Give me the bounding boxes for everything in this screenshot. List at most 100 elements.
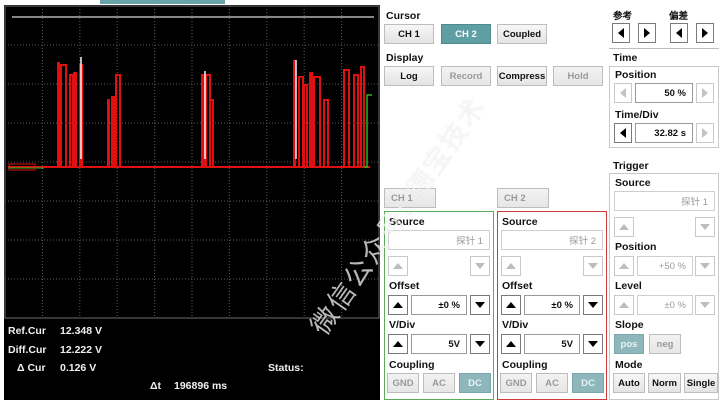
time-div-field[interactable]: 32.82 s [635,123,693,143]
time-div-right-button[interactable] [696,123,714,143]
time-position-left-button[interactable] [614,83,632,103]
arrow-left-icon [618,28,624,38]
trigger-source-label: Source [615,177,651,189]
arrow-up-icon [506,263,516,269]
ch1-offset-label: Offset [389,280,420,292]
diff-left-button[interactable] [670,23,688,43]
ch2-offset-field[interactable]: ±0 % [524,295,580,315]
arrow-left-icon [620,88,626,98]
pulse-1 [60,64,67,167]
ch2-source-up-button[interactable] [501,256,521,276]
time-position-right-button[interactable] [696,83,714,103]
cursor-coupled-button[interactable]: Coupled [497,24,547,44]
display-hold-button[interactable]: Hold [553,66,603,86]
ch1-tab[interactable]: CH 1 [384,188,436,208]
diff-cur-label: Diff.Cur [8,344,47,356]
trigger-mode-norm-button[interactable]: Norm [648,373,681,393]
arrow-down-icon [588,341,598,347]
oscilloscope-display[interactable]: Ref.Cur 12.348 V Diff.Cur 12.222 V Δ Cur… [4,5,380,400]
ch1-offset-field[interactable]: ±0 % [411,295,467,315]
trigger-position-field[interactable]: +50 % [637,256,693,276]
trigger-level-down-button[interactable] [695,295,715,315]
ch2-offset-label: Offset [502,280,533,292]
arrow-down-icon [588,263,598,269]
display-record-button[interactable]: Record [441,66,491,86]
ch2-coupling-dc-button[interactable]: DC [572,373,604,393]
trigger-mode-single-button[interactable]: Single [684,373,718,393]
ch2-source-label: Source [502,216,538,228]
arrow-down-icon [700,302,710,308]
delta-t-label: Δt [150,380,162,392]
ref-label: 参考 [613,11,633,22]
active-tab-indicator[interactable] [100,0,225,4]
ch1-source-up-button[interactable] [388,256,408,276]
pulse-14 [309,72,313,167]
trigger-slope-neg-button[interactable]: neg [649,334,681,354]
status-label: Status: [268,362,304,374]
trigger-level-up-button[interactable] [614,295,634,315]
ref-right-button[interactable] [638,23,656,43]
ch2-coupling-ac-button[interactable]: AC [536,373,568,393]
arrow-up-icon [506,341,516,347]
pulse-11 [293,60,296,167]
ch2-source-down-button[interactable] [583,256,603,276]
arrow-down-icon [475,263,485,269]
arrow-up-icon [619,224,629,230]
ch1-vdiv-label: V/Div [389,319,416,331]
time-div-left-button[interactable] [614,123,632,143]
trigger-title: Trigger [613,160,649,172]
arrow-left-icon [620,128,626,138]
ref-cur-value: 12.348 V [60,325,103,337]
ch1-coupling-dc-button[interactable]: DC [459,373,491,393]
pulse-5 [107,99,110,167]
ch2-offset-down-button[interactable] [583,295,603,315]
trigger-slope-pos-button[interactable]: pos [614,334,644,354]
time-title: Time [613,52,638,64]
ch1-vdiv-down-button[interactable] [470,334,490,354]
ch1-source-label: Source [389,216,425,228]
trigger-level-field[interactable]: ±0 % [637,295,693,315]
trigger-source-up-button[interactable] [614,217,634,237]
trigger-source-down-button[interactable] [695,217,715,237]
pulse-3 [73,72,77,167]
ch1-coupling-gnd-button[interactable]: GND [387,373,419,393]
trigger-position-down-button[interactable] [695,256,715,276]
ref-left-button[interactable] [612,23,630,43]
trigger-mode-auto-button[interactable]: Auto [613,373,645,393]
arrow-left-icon [676,28,682,38]
ch2-vdiv-up-button[interactable] [501,334,521,354]
ch1-offset-down-button[interactable] [470,295,490,315]
ch1-vdiv-field[interactable]: 5V [411,334,467,354]
trigger-source-field[interactable]: 探针 1 [614,191,715,211]
ch1-source-field[interactable]: 探针 1 [388,230,490,250]
pulse-6 [111,96,115,167]
ch1-coupling-ac-button[interactable]: AC [423,373,455,393]
ch1-vdiv-up-button[interactable] [388,334,408,354]
ch2-offset-up-button[interactable] [501,295,521,315]
cursor-ch1-button[interactable]: CH 1 [384,24,434,44]
arrow-up-icon [619,302,629,308]
display-log-button[interactable]: Log [384,66,434,86]
ch1-source-down-button[interactable] [470,256,490,276]
pulse-7 [115,74,121,167]
ch2-coupling-label: Coupling [502,359,548,371]
time-position-field[interactable]: 50 % [635,83,693,103]
ch1-offset-up-button[interactable] [388,295,408,315]
cursor-ch2-button[interactable]: CH 2 [441,24,491,44]
arrow-down-icon [588,302,598,308]
diff-label: 偏差 [669,11,689,22]
ch1-coupling-label: Coupling [389,359,435,371]
trigger-position-up-button[interactable] [614,256,634,276]
diff-right-button[interactable] [696,23,714,43]
display-compress-button[interactable]: Compress [497,66,547,86]
ch1-step [364,94,372,168]
ch2-vdiv-field[interactable]: 5V [524,334,580,354]
ch2-vdiv-down-button[interactable] [583,334,603,354]
arrow-right-icon [702,128,708,138]
scope-canvas [4,5,380,319]
ch2-coupling-gnd-button[interactable]: GND [500,373,532,393]
ch2-tab[interactable]: CH 2 [497,188,549,208]
time-separator [609,48,719,49]
ref-cur-label: Ref.Cur [8,325,46,337]
ch2-source-field[interactable]: 探针 2 [501,230,603,250]
